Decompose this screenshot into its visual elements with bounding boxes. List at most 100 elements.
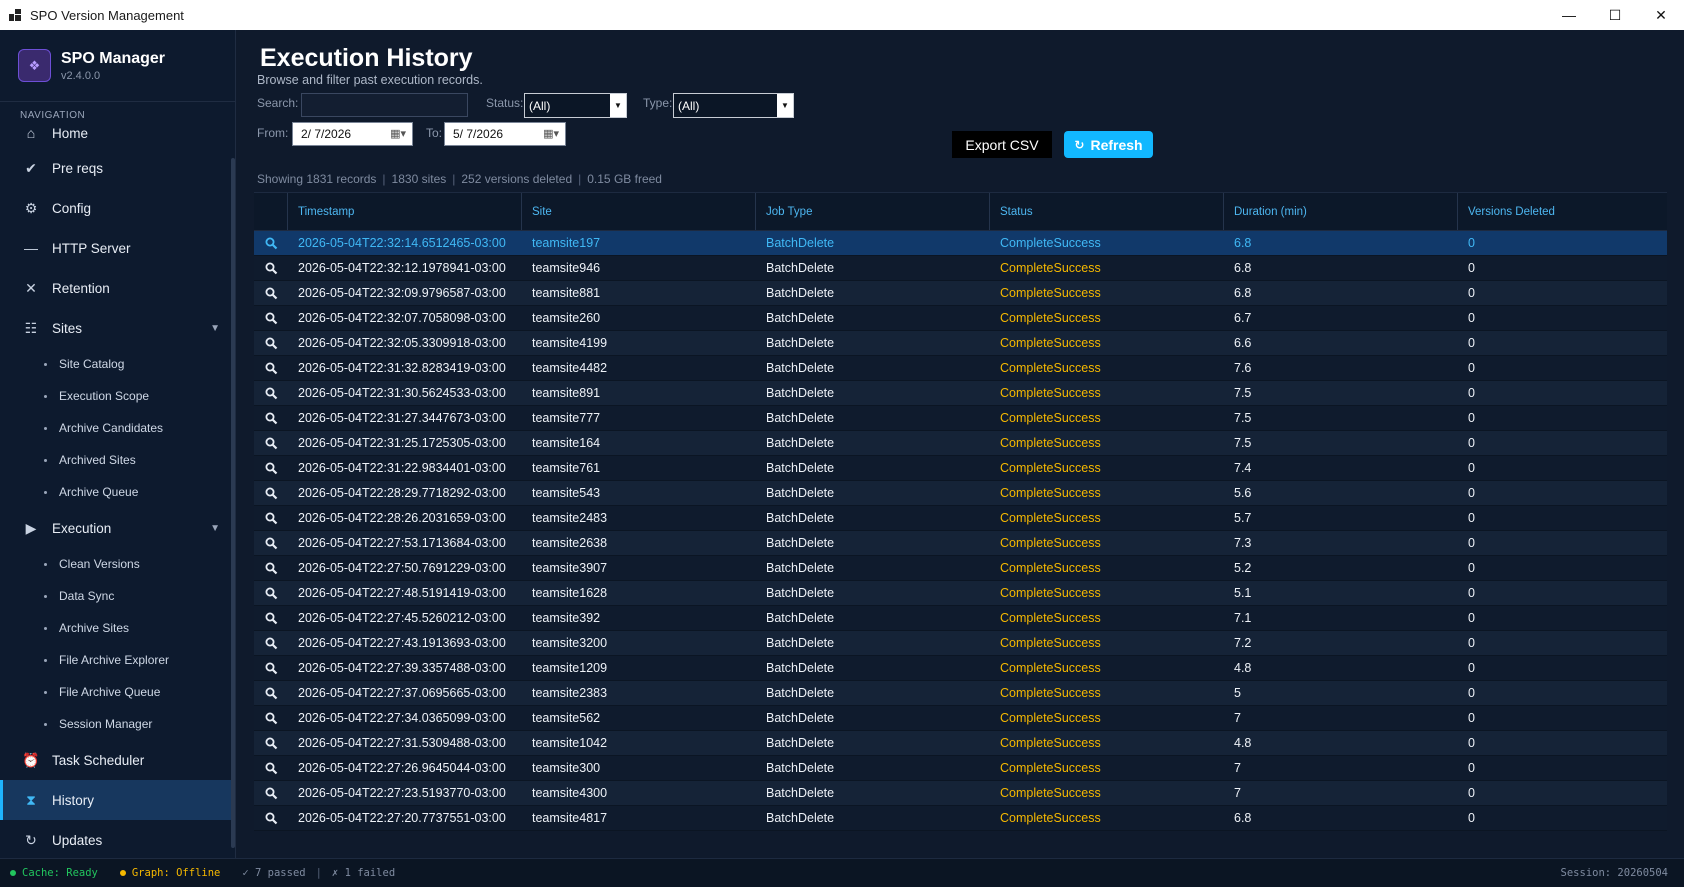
view-details-icon[interactable] [254,687,288,700]
view-details-icon[interactable] [254,337,288,350]
caret-down-icon[interactable]: ▼ [210,323,220,334]
grid-header: Timestamp Site Job Type Status Duration … [254,192,1667,231]
search-input[interactable] [301,93,468,117]
sidebar-item-task-scheduler[interactable]: ⏰ Task Scheduler [0,740,234,780]
sidebar-item-http-server[interactable]: — HTTP Server [0,228,234,268]
status-select[interactable]: (All) ▼ [524,93,627,118]
sidebar-subitem-execution-scope[interactable]: Execution Scope [0,380,234,412]
from-date-picker[interactable]: 2/ 7/2026 ▦▾ [292,122,413,146]
view-details-icon[interactable] [254,562,288,575]
view-details-icon[interactable] [254,762,288,775]
sidebar-subitem-session-manager[interactable]: Session Manager [0,708,234,740]
view-details-icon[interactable] [254,462,288,475]
view-details-icon[interactable] [254,262,288,275]
table-row[interactable]: 2026-05-04T22:27:26.9645044-03:00 teamsit… [254,756,1667,781]
sidebar-item-config[interactable]: ⚙ Config [0,188,234,228]
cell-site: teamsite4482 [532,361,608,375]
view-details-icon[interactable] [254,287,288,300]
table-row[interactable]: 2026-05-04T22:27:31.5309488-03:00 teamsit… [254,731,1667,756]
view-details-icon[interactable] [254,412,288,425]
view-details-icon[interactable] [254,587,288,600]
column-header-site[interactable]: Site [522,193,756,230]
table-row[interactable]: 2026-05-04T22:32:07.7058098-03:00 teamsit… [254,306,1667,331]
calendar-icon[interactable]: ▦▾ [390,127,406,140]
view-details-icon[interactable] [254,512,288,525]
cell-status: CompleteSuccess [1000,386,1101,400]
table-row[interactable]: 2026-05-04T22:28:26.2031659-03:00 teamsit… [254,506,1667,531]
column-header-job-type[interactable]: Job Type [756,193,990,230]
table-row[interactable]: 2026-05-04T22:27:23.5193770-03:00 teamsit… [254,781,1667,806]
table-row[interactable]: 2026-05-04T22:31:27.3447673-03:00 teamsit… [254,406,1667,431]
view-details-icon[interactable] [254,662,288,675]
cell-versions-deleted: 0 [1468,461,1475,475]
to-date-picker[interactable]: 5/ 7/2026 ▦▾ [444,122,566,146]
app-version: v2.4.0.0 [61,69,101,82]
sidebar-item-sites[interactable]: ☷ Sites ▼ [0,308,234,348]
close-button[interactable]: ✕ [1638,0,1684,30]
sidebar-subitem-archive-candidates[interactable]: Archive Candidates [0,412,234,444]
sidebar-item-history[interactable]: ⧗ History [0,780,234,820]
calendar-icon[interactable]: ▦▾ [543,127,559,140]
view-details-icon[interactable] [254,312,288,325]
table-row[interactable]: 2026-05-04T22:27:48.5191419-03:00 teamsit… [254,581,1667,606]
table-row[interactable]: 2026-05-04T22:27:37.0695665-03:00 teamsit… [254,681,1667,706]
table-row[interactable]: 2026-05-04T22:27:20.7737551-03:00 teamsit… [254,806,1667,831]
table-row[interactable]: 2026-05-04T22:32:14.6512465-03:00 teamsit… [254,231,1667,256]
table-row[interactable]: 2026-05-04T22:27:43.1913693-03:00 teamsit… [254,631,1667,656]
table-row[interactable]: 2026-05-04T22:27:39.3357488-03:00 teamsit… [254,656,1667,681]
view-details-icon[interactable] [254,387,288,400]
column-header-duration[interactable]: Duration (min) [1224,193,1458,230]
view-details-icon[interactable] [254,537,288,550]
sidebar-item-prereqs[interactable]: ✔ Pre reqs [0,148,234,188]
column-header-status[interactable]: Status [990,193,1224,230]
sidebar-item-updates[interactable]: ↻ Updates [0,820,234,860]
table-row[interactable]: 2026-05-04T22:31:22.9834401-03:00 teamsit… [254,456,1667,481]
table-row[interactable]: 2026-05-04T22:27:45.5260212-03:00 teamsit… [254,606,1667,631]
sidebar-subitem-archived-sites[interactable]: Archived Sites [0,444,234,476]
sidebar-subitem-site-catalog[interactable]: Site Catalog [0,348,234,380]
sidebar-subitem-file-archive-explorer[interactable]: File Archive Explorer [0,644,234,676]
export-csv-button[interactable]: Export CSV [952,131,1052,158]
sidebar-subitem-file-archive-queue[interactable]: File Archive Queue [0,676,234,708]
table-row[interactable]: 2026-05-04T22:32:05.3309918-03:00 teamsit… [254,331,1667,356]
sidebar-item-home[interactable]: ⌂ Home [0,118,234,148]
table-row[interactable]: 2026-05-04T22:31:32.8283419-03:00 teamsit… [254,356,1667,381]
sidebar-item-label: Sites [52,320,83,336]
sidebar-scrollbar[interactable] [231,158,235,848]
table-row[interactable]: 2026-05-04T22:28:29.7718292-03:00 teamsit… [254,481,1667,506]
table-row[interactable]: 2026-05-04T22:31:30.5624533-03:00 teamsit… [254,381,1667,406]
view-details-icon[interactable] [254,437,288,450]
sidebar-subitem-data-sync[interactable]: Data Sync [0,580,234,612]
sidebar-subitem-archive-sites[interactable]: Archive Sites [0,612,234,644]
column-header-versions-deleted[interactable]: Versions Deleted [1458,193,1667,230]
minimize-button[interactable]: — [1546,0,1592,30]
view-details-icon[interactable] [254,712,288,725]
chevron-down-icon[interactable]: ▼ [777,94,793,117]
type-select[interactable]: (All) ▼ [673,93,794,118]
table-row[interactable]: 2026-05-04T22:27:50.7691229-03:00 teamsit… [254,556,1667,581]
view-details-icon[interactable] [254,237,288,250]
table-row[interactable]: 2026-05-04T22:32:12.1978941-03:00 teamsit… [254,256,1667,281]
cell-status: CompleteSuccess [1000,711,1101,725]
caret-down-icon[interactable]: ▼ [210,523,220,534]
refresh-button[interactable]: ↻ Refresh [1064,131,1153,158]
view-details-icon[interactable] [254,787,288,800]
cell-status: CompleteSuccess [1000,486,1101,500]
view-details-icon[interactable] [254,812,288,825]
view-details-icon[interactable] [254,612,288,625]
table-row[interactable]: 2026-05-04T22:27:34.0365099-03:00 teamsit… [254,706,1667,731]
table-row[interactable]: 2026-05-04T22:32:09.9796587-03:00 teamsit… [254,281,1667,306]
sidebar-subitem-clean-versions[interactable]: Clean Versions [0,548,234,580]
view-details-icon[interactable] [254,362,288,375]
sidebar-item-execution[interactable]: ▶ Execution ▼ [0,508,234,548]
maximize-button[interactable]: ☐ [1592,0,1638,30]
sidebar-subitem-archive-queue[interactable]: Archive Queue [0,476,234,508]
column-header-timestamp[interactable]: Timestamp [288,193,522,230]
view-details-icon[interactable] [254,737,288,750]
view-details-icon[interactable] [254,487,288,500]
view-details-icon[interactable] [254,637,288,650]
table-row[interactable]: 2026-05-04T22:31:25.1725305-03:00 teamsit… [254,431,1667,456]
chevron-down-icon[interactable]: ▼ [610,94,626,117]
sidebar-item-retention[interactable]: ✕ Retention [0,268,234,308]
table-row[interactable]: 2026-05-04T22:27:53.1713684-03:00 teamsit… [254,531,1667,556]
